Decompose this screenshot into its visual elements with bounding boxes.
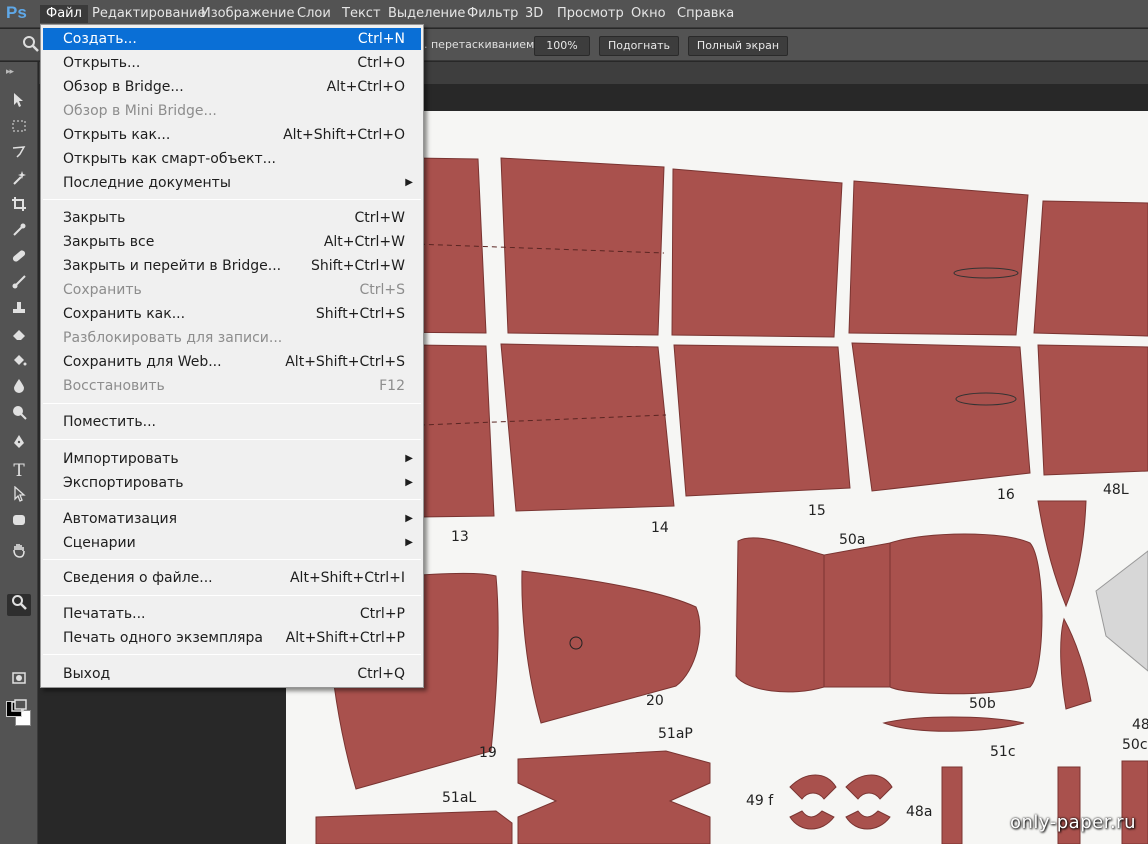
- screen-mode-icon[interactable]: [7, 698, 31, 720]
- menu-help[interactable]: Справка: [671, 5, 740, 23]
- label-part-13: 13: [451, 529, 469, 545]
- label-part-49f: 49 f: [746, 793, 774, 809]
- menu-item-file-info[interactable]: Сведения о файле... Alt+Shift+Ctrl+I: [43, 567, 421, 589]
- label-part-51al: 51aL: [442, 790, 476, 806]
- menu-item-save-as[interactable]: Сохранить как... Shift+Ctrl+S: [43, 303, 421, 325]
- marquee-icon[interactable]: [7, 118, 31, 140]
- menu-item-scripts[interactable]: Сценарии ▶: [43, 532, 421, 554]
- menu-item-save: Сохранить Ctrl+S: [63, 282, 405, 298]
- menu-item-open-as-smart-object[interactable]: Открыть как смарт-объект...: [43, 148, 421, 170]
- menu-separator: [43, 199, 421, 200]
- label-part-16: 16: [997, 487, 1015, 503]
- fill-screen-button[interactable]: Полный экран: [688, 36, 788, 56]
- label-part-14: 14: [651, 520, 669, 536]
- tools-panel: ▸▸ T: [0, 62, 38, 844]
- actual-pixels-button[interactable]: 100%: [534, 36, 590, 56]
- panel-grip-icon[interactable]: ▸▸: [6, 66, 14, 77]
- crop-icon[interactable]: [7, 196, 31, 218]
- menu-item-unlock-for-writing: Разблокировать для записи...: [63, 330, 283, 346]
- quick-mask-icon[interactable]: [7, 670, 31, 692]
- photoshop-window: Ps Файл Редактирование Изображение Слои …: [0, 0, 1148, 844]
- lasso-icon[interactable]: [7, 144, 31, 166]
- menu-item-close-all[interactable]: Закрыть все Alt+Ctrl+W: [43, 231, 421, 253]
- eraser-icon[interactable]: [7, 326, 31, 348]
- menu-file[interactable]: Файл: [40, 5, 88, 23]
- menu-image[interactable]: Изображение: [195, 5, 300, 23]
- label-part-48a: 48a: [906, 804, 932, 820]
- brush-icon[interactable]: [7, 274, 31, 296]
- menu-item-close[interactable]: Закрыть Ctrl+W: [43, 207, 421, 229]
- menu-separator: [43, 559, 421, 560]
- path-selection-icon[interactable]: [7, 485, 31, 508]
- label-part-48l: 48L: [1103, 482, 1129, 498]
- label-part-50b: 50b: [969, 696, 996, 712]
- menu-item-print[interactable]: Печатать... Ctrl+P: [43, 603, 421, 625]
- menu-edit[interactable]: Редактирование: [86, 5, 211, 23]
- menu-item-new[interactable]: Создать... Ctrl+N: [43, 28, 421, 50]
- menu-3d[interactable]: 3D: [519, 5, 549, 23]
- type-icon[interactable]: T: [7, 460, 31, 482]
- shape-icon[interactable]: [7, 512, 31, 534]
- label-part-50a: 50a: [839, 532, 865, 548]
- menu-item-import[interactable]: Импортировать ▶: [43, 448, 421, 470]
- submenu-arrow-icon: ▶: [405, 477, 413, 488]
- menu-item-place[interactable]: Поместить...: [43, 411, 421, 433]
- paint-bucket-icon[interactable]: [7, 352, 31, 374]
- menu-separator: [43, 403, 421, 404]
- menu-separator: [43, 439, 421, 440]
- menu-window[interactable]: Окно: [625, 5, 672, 23]
- menu-item-browse-mini-bridge: Обзор в Mini Bridge...: [63, 103, 217, 119]
- label-part-51c: 51c: [990, 744, 1016, 760]
- menu-type[interactable]: Текст: [336, 5, 387, 23]
- menu-item-open[interactable]: Открыть... Ctrl+O: [43, 52, 421, 74]
- label-part-48: 48: [1132, 717, 1148, 733]
- menu-select[interactable]: Выделение: [382, 5, 471, 23]
- move-icon[interactable]: [7, 92, 31, 114]
- menu-item-recent-documents[interactable]: Последние документы ▶: [43, 172, 421, 194]
- label-part-50c: 50c: [1122, 737, 1148, 753]
- eyedropper-icon[interactable]: [7, 222, 31, 244]
- zoom-icon[interactable]: [22, 35, 42, 55]
- label-part-20: 20: [646, 693, 664, 709]
- label-part-51ap: 51aP: [658, 726, 693, 742]
- fit-screen-button[interactable]: Подогнать: [599, 36, 679, 56]
- blur-icon[interactable]: [7, 378, 31, 400]
- menu-separator: [43, 499, 421, 500]
- menu-item-open-as[interactable]: Открыть как... Alt+Shift+Ctrl+O: [43, 124, 421, 146]
- submenu-arrow-icon: ▶: [405, 513, 413, 524]
- menu-layers[interactable]: Слои: [291, 5, 337, 23]
- menu-item-export[interactable]: Экспортировать ▶: [43, 472, 421, 494]
- menu-item-save-for-web[interactable]: Сохранить для Web... Alt+Shift+Ctrl+S: [43, 351, 421, 373]
- label-part-15: 15: [808, 503, 826, 519]
- menu-item-browse-bridge[interactable]: Обзор в Bridge... Alt+Ctrl+O: [43, 76, 421, 98]
- menu-item-automate[interactable]: Автоматизация ▶: [43, 508, 421, 530]
- watermark-text: only-paper.ru: [1010, 812, 1136, 833]
- label-part-19: 19: [479, 745, 497, 761]
- pen-icon[interactable]: [7, 434, 31, 456]
- menu-separator: [43, 595, 421, 596]
- hand-icon[interactable]: [7, 542, 31, 564]
- file-menu-dropdown: Создать... Ctrl+N Открыть... Ctrl+O Обзор …: [40, 24, 424, 688]
- menu-view[interactable]: Просмотр: [551, 5, 630, 23]
- menu-item-revert: Восстановить F12: [63, 378, 405, 394]
- submenu-arrow-icon: ▶: [405, 453, 413, 464]
- magic-wand-icon[interactable]: [7, 170, 31, 192]
- menu-item-exit[interactable]: Выход Ctrl+Q: [43, 663, 421, 685]
- menu-item-print-one-copy[interactable]: Печать одного экземпляра Alt+Shift+Ctrl+P: [43, 627, 421, 649]
- healing-brush-icon[interactable]: [7, 248, 31, 270]
- dodge-icon[interactable]: [7, 404, 31, 426]
- submenu-arrow-icon: ▶: [405, 177, 413, 188]
- scrubby-zoom-label: . перетаскиванием: [424, 38, 535, 51]
- zoom-icon[interactable]: [7, 594, 31, 616]
- menu-separator: [43, 654, 421, 655]
- submenu-arrow-icon: ▶: [405, 537, 413, 548]
- menu-filter[interactable]: Фильтр: [461, 5, 524, 23]
- clone-stamp-icon[interactable]: [7, 300, 31, 322]
- menu-item-close-go-bridge[interactable]: Закрыть и перейти в Bridge... Shift+Ctrl+…: [43, 255, 421, 277]
- app-logo: Ps: [6, 3, 27, 22]
